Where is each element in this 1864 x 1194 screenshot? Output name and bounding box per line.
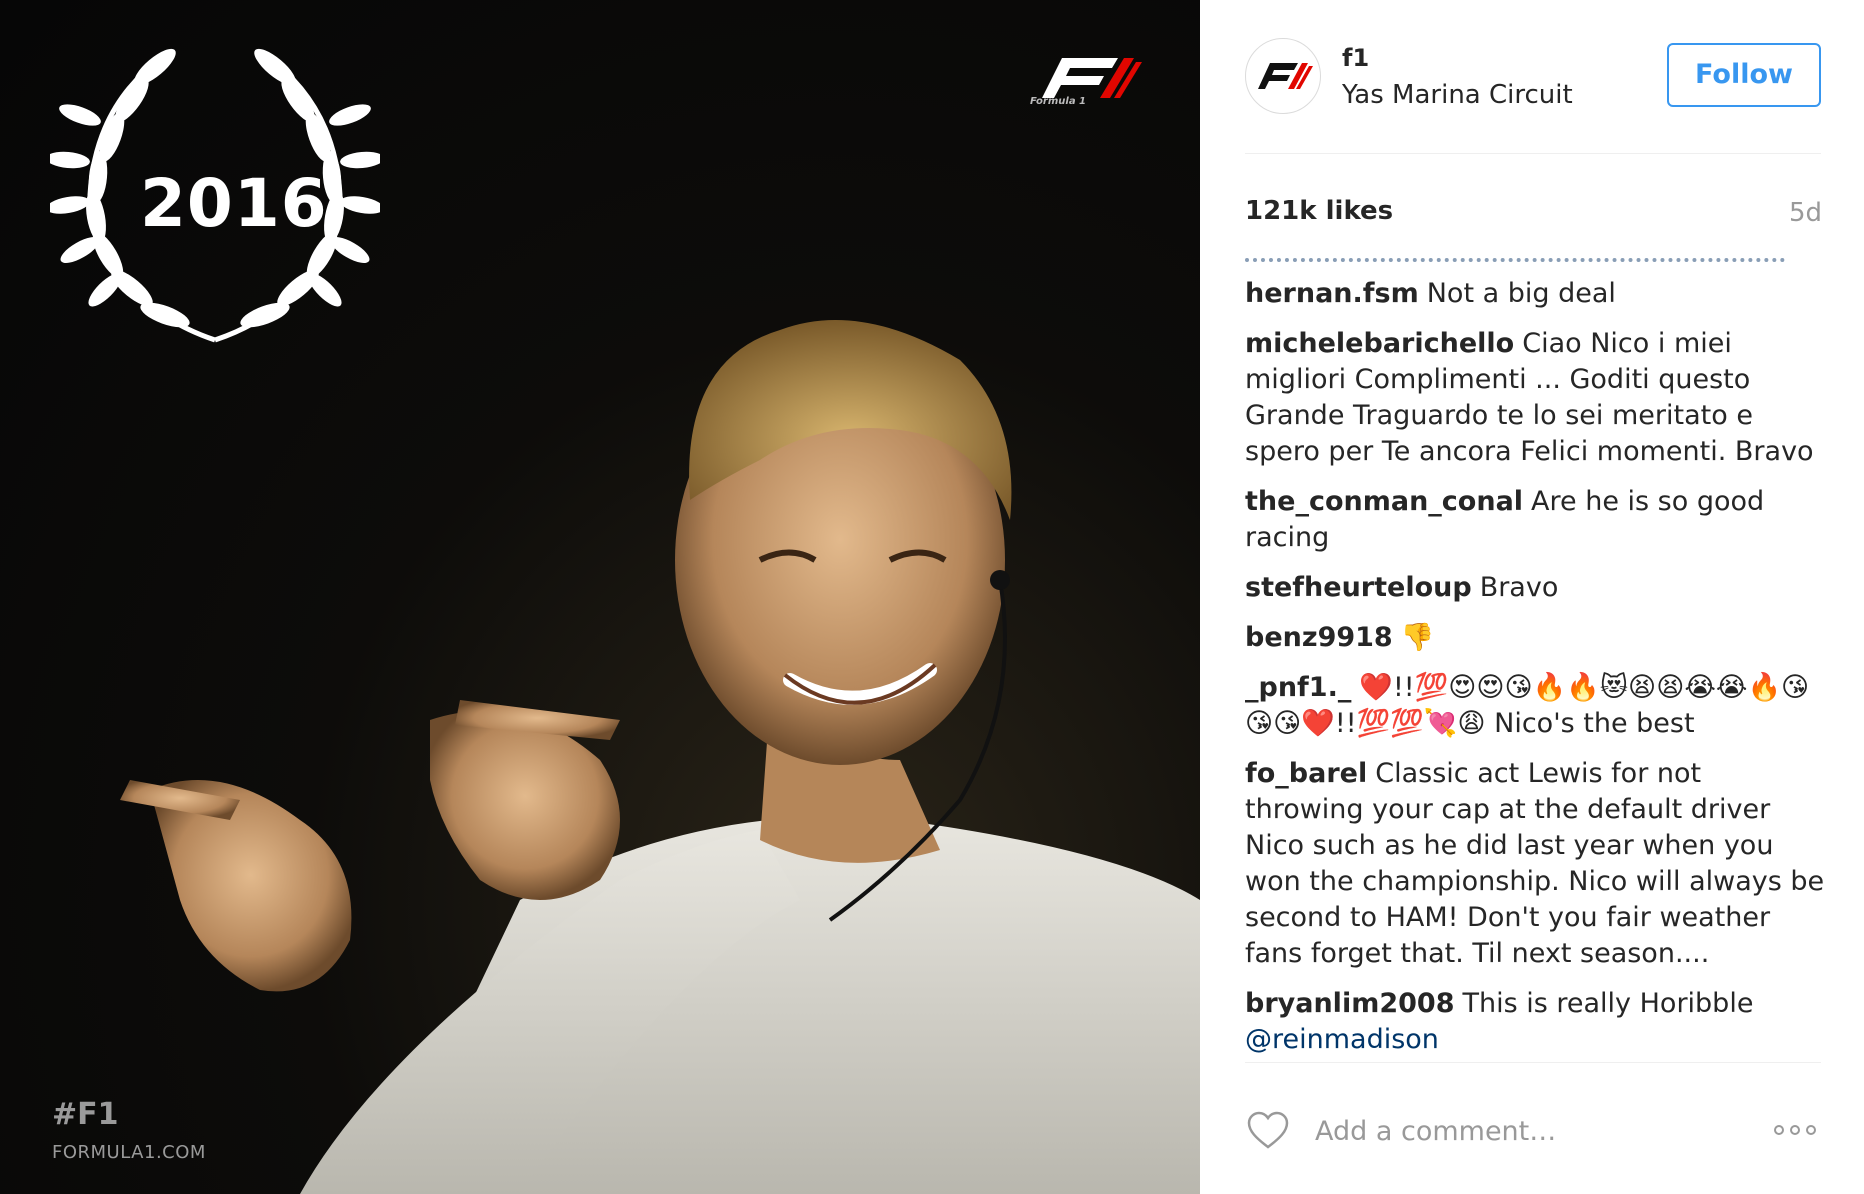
comment-item: stefheurteloup Bravo — [1245, 570, 1825, 606]
clipped-comment — [1245, 240, 1785, 262]
site-label: FORMULA1.COM — [52, 1142, 206, 1163]
comment-item: the_conman_conal Are he is so good racing — [1245, 484, 1825, 556]
heart-icon[interactable] — [1246, 1110, 1290, 1150]
follow-button[interactable]: Follow — [1667, 43, 1821, 107]
comment-username[interactable]: hernan.fsm — [1245, 278, 1419, 309]
comments-list[interactable]: hernan.fsm Not a big deal michelebarichel… — [1245, 240, 1825, 1062]
comment-item: bryanlim2008 This is really Horibble @rei… — [1245, 986, 1825, 1058]
post-photo[interactable]: 2016 Formula 1 #F1 FORMULA1.COM — [0, 0, 1200, 1194]
comment-item: benz9918 👎 — [1245, 620, 1825, 656]
comment-username[interactable]: _pnf1._ — [1245, 672, 1351, 703]
post-timestamp[interactable]: 5d — [1789, 198, 1822, 228]
year-label: 2016 — [140, 165, 328, 242]
hashtag-label: #F1 — [52, 1097, 119, 1132]
comment-item: _pnf1._ ❤️!!💯😍😍😘🔥🔥😻😫😫😭😭🔥😘😘😘❤️!!💯💯💘😩 Nico'… — [1245, 670, 1825, 742]
comment-input[interactable] — [1315, 1110, 1745, 1152]
header-divider — [1245, 153, 1821, 154]
comment-username[interactable]: benz9918 — [1245, 622, 1393, 653]
more-options-icon[interactable] — [1774, 1120, 1824, 1142]
footer-divider — [1245, 1062, 1821, 1063]
comment-text: Classic act Lewis for not throwing your … — [1245, 758, 1825, 969]
comment-username[interactable]: michelebarichello — [1245, 328, 1514, 359]
comment-item: michelebarichello Ciao Nico i miei miglio… — [1245, 326, 1825, 470]
comment-username[interactable]: fo_barel — [1245, 758, 1367, 789]
comment-item: hernan.fsm Not a big deal — [1245, 276, 1825, 312]
comment-username[interactable]: stefheurteloup — [1245, 572, 1472, 603]
comment-mention[interactable]: @reinmadison — [1245, 1024, 1439, 1055]
comment-username[interactable]: the_conman_conal — [1245, 486, 1523, 517]
post-location[interactable]: Yas Marina Circuit — [1342, 80, 1573, 110]
comment-username[interactable]: bryanlim2008 — [1245, 988, 1454, 1019]
comment-text: 👎 — [1400, 622, 1435, 653]
comment-item: fo_barel Classic act Lewis for not throwi… — [1245, 756, 1825, 972]
f1-logo-caption: Formula 1 — [1030, 96, 1087, 107]
post-username[interactable]: f1 — [1342, 44, 1369, 72]
comment-text: This is really Horibble — [1462, 988, 1754, 1019]
f1-logo-icon — [1258, 63, 1313, 89]
likes-count[interactable]: 121k likes — [1245, 196, 1393, 226]
avatar[interactable] — [1245, 38, 1321, 114]
comment-text: Not a big deal — [1426, 278, 1616, 309]
post-sidebar: f1 Yas Marina Circuit Follow 121k likes … — [1200, 0, 1864, 1194]
comment-text: Bravo — [1479, 572, 1559, 603]
